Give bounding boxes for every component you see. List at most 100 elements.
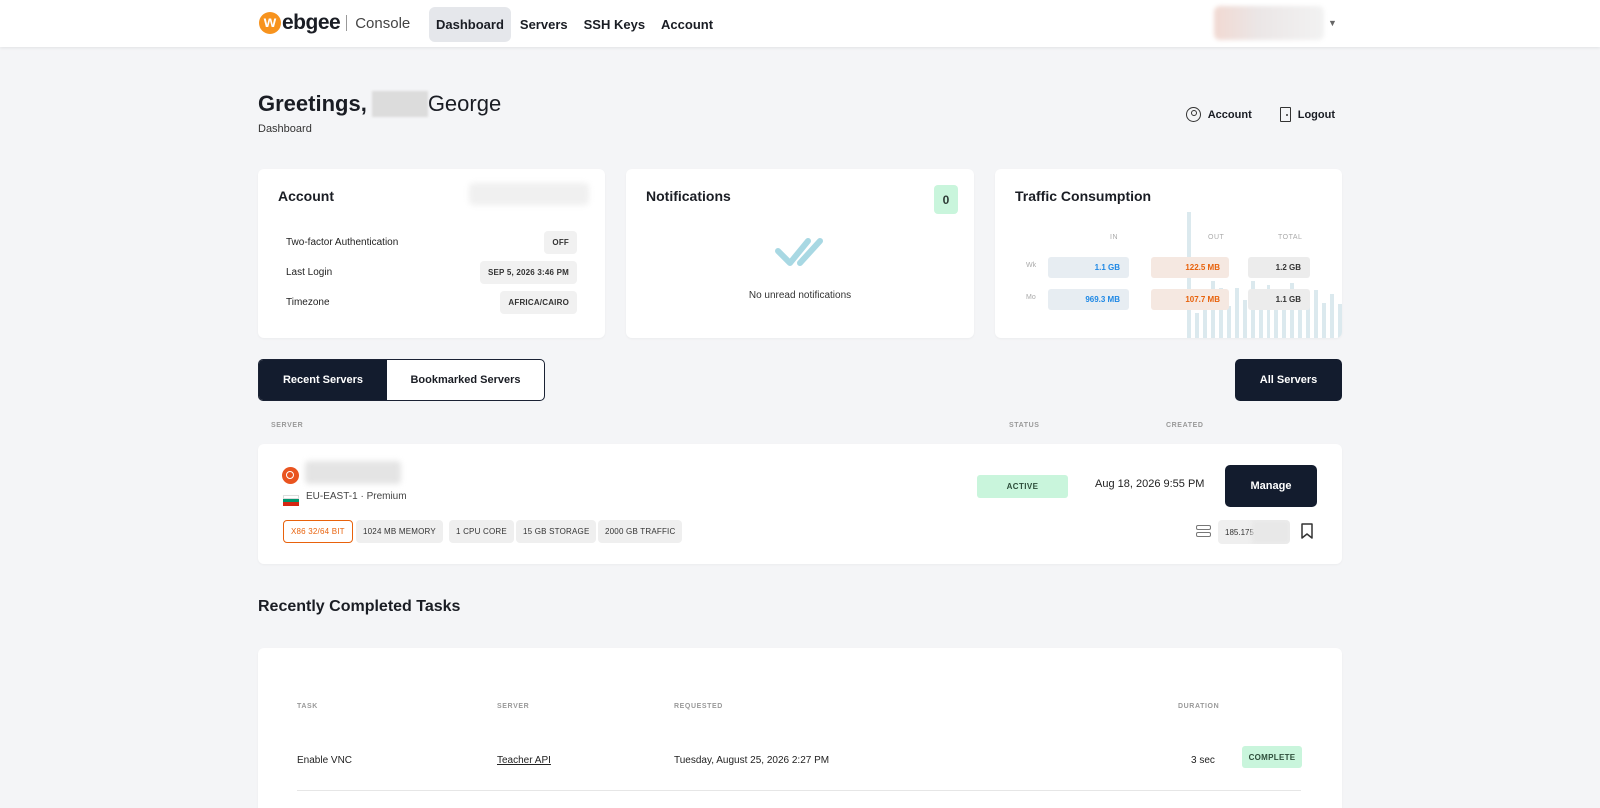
column-header-requested: REQUESTED xyxy=(674,703,723,710)
traffic-bar xyxy=(1322,303,1327,338)
traffic-in-value: 969.3 MB xyxy=(1048,289,1129,310)
traffic-in-value: 1.1 GB xyxy=(1048,257,1129,278)
column-header-task: TASK xyxy=(297,703,318,710)
task-name: Enable VNC xyxy=(297,755,353,766)
traffic-bar xyxy=(1226,306,1231,338)
user-menu[interactable]: ▼ xyxy=(1214,6,1338,40)
user-avatar-redacted xyxy=(1214,6,1324,40)
traffic-bar xyxy=(1242,300,1247,338)
user-name: George xyxy=(427,91,502,116)
spec-cpu: 1 CPU CORE xyxy=(449,520,514,543)
traffic-card: Traffic Consumption IN OUT TOTAL Wk 1.1 … xyxy=(995,169,1342,338)
bookmark-icon[interactable] xyxy=(1301,523,1313,539)
redacted-first-name xyxy=(371,91,428,117)
top-navbar: w ebgee Console Dashboard Servers SSH Ke… xyxy=(0,0,1600,47)
logout-link[interactable]: Logout xyxy=(1279,107,1335,122)
bulgaria-flag-icon xyxy=(283,495,299,506)
webgee-logo[interactable]: w ebgee Console xyxy=(259,10,410,36)
task-requested-date: Tuesday, August 25, 2026 2:27 PM xyxy=(674,755,830,766)
notification-count-badge: 0 xyxy=(934,185,958,214)
logo-mark: w xyxy=(259,12,281,34)
server-tabs: Recent Servers Bookmarked Servers xyxy=(258,359,545,401)
nav-servers[interactable]: Servers xyxy=(513,7,575,42)
logout-link-label: Logout xyxy=(1297,108,1335,121)
column-header-duration: DURATION xyxy=(1178,703,1220,710)
spec-memory: 1024 MB MEMORY xyxy=(356,520,443,543)
task-duration: 3 sec xyxy=(1191,755,1215,766)
traffic-bar xyxy=(1314,290,1319,338)
two-factor-row: Two-factor Authentication OFF xyxy=(286,230,577,254)
page-title: Greetings, George xyxy=(258,91,501,117)
traffic-bar xyxy=(1338,304,1342,338)
row-divider xyxy=(297,790,1301,791)
user-circle-icon xyxy=(1185,107,1201,122)
traffic-out-value: 122.5 MB xyxy=(1151,257,1229,278)
traffic-out-value: 107.7 MB xyxy=(1151,289,1229,310)
traffic-card-title: Traffic Consumption xyxy=(1015,188,1152,204)
notifications-card-title: Notifications xyxy=(646,188,731,204)
traffic-bar xyxy=(1234,288,1239,338)
tab-recent-servers[interactable]: Recent Servers xyxy=(259,360,387,400)
redacted-account-id xyxy=(469,183,589,205)
last-login-label: Last Login xyxy=(286,266,333,278)
two-factor-status: OFF xyxy=(544,230,577,254)
column-header-status: STATUS xyxy=(1009,422,1040,429)
tab-bookmarked-servers[interactable]: Bookmarked Servers xyxy=(387,360,544,400)
redacted-ip xyxy=(1252,520,1290,544)
traffic-head-out: OUT xyxy=(1208,234,1225,241)
console-label: Console xyxy=(355,14,411,32)
account-link[interactable]: Account xyxy=(1185,107,1252,122)
redacted-server-name[interactable] xyxy=(305,461,401,484)
account-link-label: Account xyxy=(1207,108,1252,121)
status-badge: ACTIVE xyxy=(977,475,1068,498)
ip-prefix: 185.175 xyxy=(1225,527,1254,537)
nav-dashboard[interactable]: Dashboard xyxy=(429,7,511,42)
manage-button[interactable]: Manage xyxy=(1225,465,1317,507)
breadcrumb: Dashboard xyxy=(258,123,312,135)
spec-traffic: 2000 GB TRAFFIC xyxy=(598,520,683,543)
timezone-value: AFRICA/CAIRO xyxy=(500,290,577,314)
column-header-task-server: SERVER xyxy=(497,703,530,710)
traffic-row-label: Wk xyxy=(1026,262,1037,269)
tasks-card xyxy=(258,648,1342,808)
empty-notifications-text: No unread notifications xyxy=(748,290,852,301)
server-ip-address[interactable]: 185.175 xyxy=(1218,520,1290,544)
traffic-head-in: IN xyxy=(1110,234,1118,241)
traffic-bar xyxy=(1194,313,1199,338)
column-header-created: CREATED xyxy=(1166,422,1204,429)
last-login-value: SEP 5, 2026 3:46 PM xyxy=(479,260,577,284)
notifications-card: Notifications 0 No unread notifications xyxy=(626,169,974,338)
nav-ssh-keys[interactable]: SSH Keys xyxy=(577,7,652,42)
traffic-total-value: 1.1 GB xyxy=(1248,289,1310,310)
timezone-row: Timezone AFRICA/CAIRO xyxy=(286,290,577,314)
spec-architecture: X86 32/64 BIT xyxy=(283,520,353,543)
spec-storage: 15 GB STORAGE xyxy=(516,520,597,543)
double-check-icon xyxy=(775,238,823,266)
server-region: EU-EAST-1 · Premium xyxy=(306,491,407,502)
tasks-section-title: Recently Completed Tasks xyxy=(258,598,461,615)
column-header-server: SERVER xyxy=(271,422,304,429)
server-created-date: Aug 18, 2026 9:55 PM xyxy=(1095,478,1205,490)
door-icon xyxy=(1279,107,1291,122)
task-status-badge: COMPLETE xyxy=(1242,746,1302,768)
two-factor-label: Two-factor Authentication xyxy=(286,236,399,248)
logo-divider xyxy=(346,15,348,31)
traffic-head-total: TOTAL xyxy=(1278,234,1303,241)
last-login-row: Last Login SEP 5, 2026 3:46 PM xyxy=(286,260,577,284)
traffic-total-value: 1.2 GB xyxy=(1248,257,1310,278)
server-row[interactable] xyxy=(258,444,1342,564)
main-nav: Dashboard Servers SSH Keys Account xyxy=(429,7,720,42)
greeting-text: Greetings, xyxy=(258,91,367,116)
task-server-link[interactable]: Teacher API xyxy=(497,755,551,766)
server-stack-icon xyxy=(1196,525,1211,537)
logo-wordmark: ebgee xyxy=(282,11,341,34)
header-actions: Account Logout xyxy=(1185,107,1335,122)
ubuntu-icon xyxy=(282,467,299,484)
chevron-down-icon: ▼ xyxy=(1328,18,1337,28)
nav-account[interactable]: Account xyxy=(654,7,720,42)
traffic-bar xyxy=(1330,294,1335,338)
all-servers-button[interactable]: All Servers xyxy=(1235,359,1342,401)
account-card: Account Two-factor Authentication OFF La… xyxy=(258,169,605,338)
timezone-label: Timezone xyxy=(286,296,330,308)
traffic-bar xyxy=(1282,306,1287,338)
